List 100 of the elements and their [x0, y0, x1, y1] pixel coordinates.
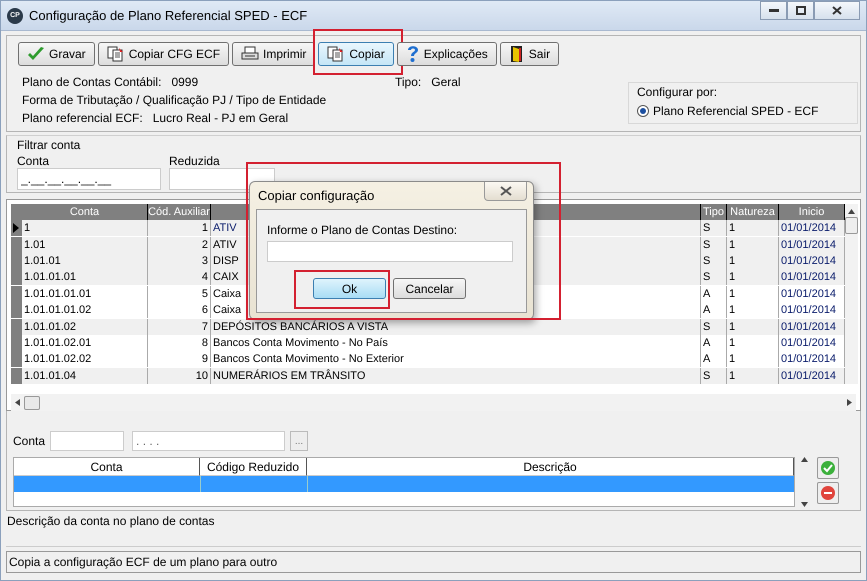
remove-button[interactable] [817, 482, 839, 504]
table-cell: 01/01/2014 [779, 220, 845, 236]
row-indicator[interactable] [11, 220, 22, 236]
account-mask-field[interactable]: . . . . [132, 431, 286, 451]
table-cell: 1.01.01.01.02 [22, 302, 148, 318]
description-text: Descrição da conta no plano de contas [7, 514, 214, 528]
column-header[interactable]: Tipo [701, 204, 727, 220]
browse-button[interactable]: ... [290, 431, 308, 451]
left-arrow-icon[interactable] [15, 399, 20, 406]
toolbar-button[interactable]: Explicações [396, 42, 497, 66]
window-title: Configuração de Plano Referencial SPED - ECF [29, 8, 308, 23]
toolbar-button[interactable]: Copiar [318, 42, 394, 66]
table-cell: 1 [22, 220, 148, 236]
status-bar: Copia a configuração ECF de um plano para outro [6, 551, 861, 573]
table-cell: 1 [727, 269, 779, 286]
document-icon [327, 46, 346, 62]
scroll-thumb[interactable] [845, 217, 858, 234]
close-button[interactable] [814, 1, 860, 20]
radio-button[interactable] [637, 105, 649, 117]
radio-label[interactable]: Plano Referencial SPED - ECF [653, 104, 818, 118]
table-cell: 1.01.01.02.02 [22, 351, 148, 368]
toolbar-button[interactable]: Gravar [18, 42, 95, 66]
door-icon [508, 45, 525, 63]
table-cell: A [701, 302, 727, 318]
field-value: Lucro Real - PJ em Geral [152, 111, 288, 125]
dialog-button[interactable]: Ok [313, 278, 386, 299]
table-cell: 2 [148, 236, 211, 253]
close-icon [832, 6, 842, 15]
table-cell: S [701, 269, 727, 286]
minus-icon [820, 485, 836, 501]
right-arrow-icon[interactable] [847, 399, 852, 406]
table-cell: A [701, 286, 727, 302]
table-cell: 3 [148, 253, 211, 270]
table-cell: S [701, 368, 727, 384]
group-title: Configurar por: [637, 85, 718, 99]
dialog-title: Copiar configuração [258, 188, 374, 203]
table-cell: 01/01/2014 [779, 286, 845, 302]
column-header[interactable]: Natureza [727, 204, 779, 220]
down-arrow-icon[interactable] [801, 502, 808, 507]
group-title: Filtrar conta [17, 138, 82, 152]
table-cell: 01/01/2014 [779, 334, 845, 351]
table-cell: 1.01.01.04 [22, 368, 148, 384]
table-cell: 4 [148, 269, 211, 286]
field-value: 0999 [171, 75, 198, 89]
scroll-thumb[interactable] [24, 396, 40, 410]
dialog-button[interactable]: Cancelar [393, 278, 466, 299]
horizontal-scrollbar[interactable] [11, 394, 856, 411]
table-cell: 01/01/2014 [779, 253, 845, 270]
table-cell: 01/01/2014 [779, 269, 845, 286]
toolbar-button[interactable]: Sair [500, 42, 560, 66]
table-cell: S [701, 318, 727, 335]
table-cell: 1 [727, 351, 779, 368]
minimize-button[interactable] [760, 1, 787, 20]
help-icon [406, 45, 420, 63]
toolbar-button[interactable]: Copiar CFG ECF [98, 42, 230, 66]
table-cell: 01/01/2014 [779, 318, 845, 335]
table-cell: 10 [148, 368, 211, 384]
account-field[interactable]: _.__.__.__.__.__ [17, 168, 161, 190]
field-label: Plano referencial ECF: [22, 111, 143, 125]
field-value: Geral [431, 75, 461, 89]
table-cell: 1 [727, 334, 779, 351]
table-cell: 1.01 [22, 236, 148, 253]
table-cell: 1 [727, 318, 779, 335]
column-header[interactable]: Conta [22, 204, 148, 220]
account-field[interactable] [50, 431, 124, 451]
table-cell: 1.01.01.01.01 [22, 286, 148, 302]
table-cell: S [701, 253, 727, 270]
table-cell: 1.01.01.02 [22, 318, 148, 335]
row-pointer-icon [13, 223, 19, 234]
destination-field[interactable] [267, 241, 513, 262]
field-label: Conta [17, 154, 50, 168]
table-cell: S [701, 220, 727, 236]
document-icon [106, 46, 125, 62]
table-cell: 1 [727, 236, 779, 253]
table-cell: A [701, 351, 727, 368]
table-cell: 1 [148, 220, 211, 236]
maximize-button[interactable] [787, 1, 814, 20]
field-label: Forma de Tributação / Qualificação PJ / Tipo de Entidade [22, 93, 326, 107]
table-cell: 1.01.01.02.01 [22, 334, 148, 351]
table-cell: Bancos Conta Movimento - No Exterior [211, 351, 701, 368]
table-cell: 1 [727, 220, 779, 236]
table-cell: Bancos Conta Movimento - No País [211, 334, 701, 351]
up-arrow-icon[interactable] [848, 209, 855, 214]
table-cell: DEPÓSITOS BANCÁRIOS A VISTA [211, 318, 701, 335]
check-icon [820, 460, 836, 476]
toolbar-button[interactable]: Imprimir [232, 42, 316, 66]
table-cell: 1.01.01 [22, 253, 148, 270]
table-cell: NUMERÁRIOS EM TRÂNSITO [211, 368, 701, 384]
table-cell: A [701, 334, 727, 351]
column-header[interactable]: Cód. Auxiliar [148, 204, 211, 220]
field-label: Reduzida [169, 154, 221, 168]
up-arrow-icon[interactable] [801, 457, 808, 462]
close-button[interactable] [484, 182, 527, 201]
table-cell: 1 [727, 368, 779, 384]
column-header[interactable]: Inicio [779, 204, 845, 220]
vertical-scrollbar[interactable] [845, 204, 858, 384]
printer-icon [241, 46, 260, 62]
field-label: Conta [13, 434, 46, 448]
table-cell: S [701, 236, 727, 253]
close-icon [500, 186, 512, 196]
